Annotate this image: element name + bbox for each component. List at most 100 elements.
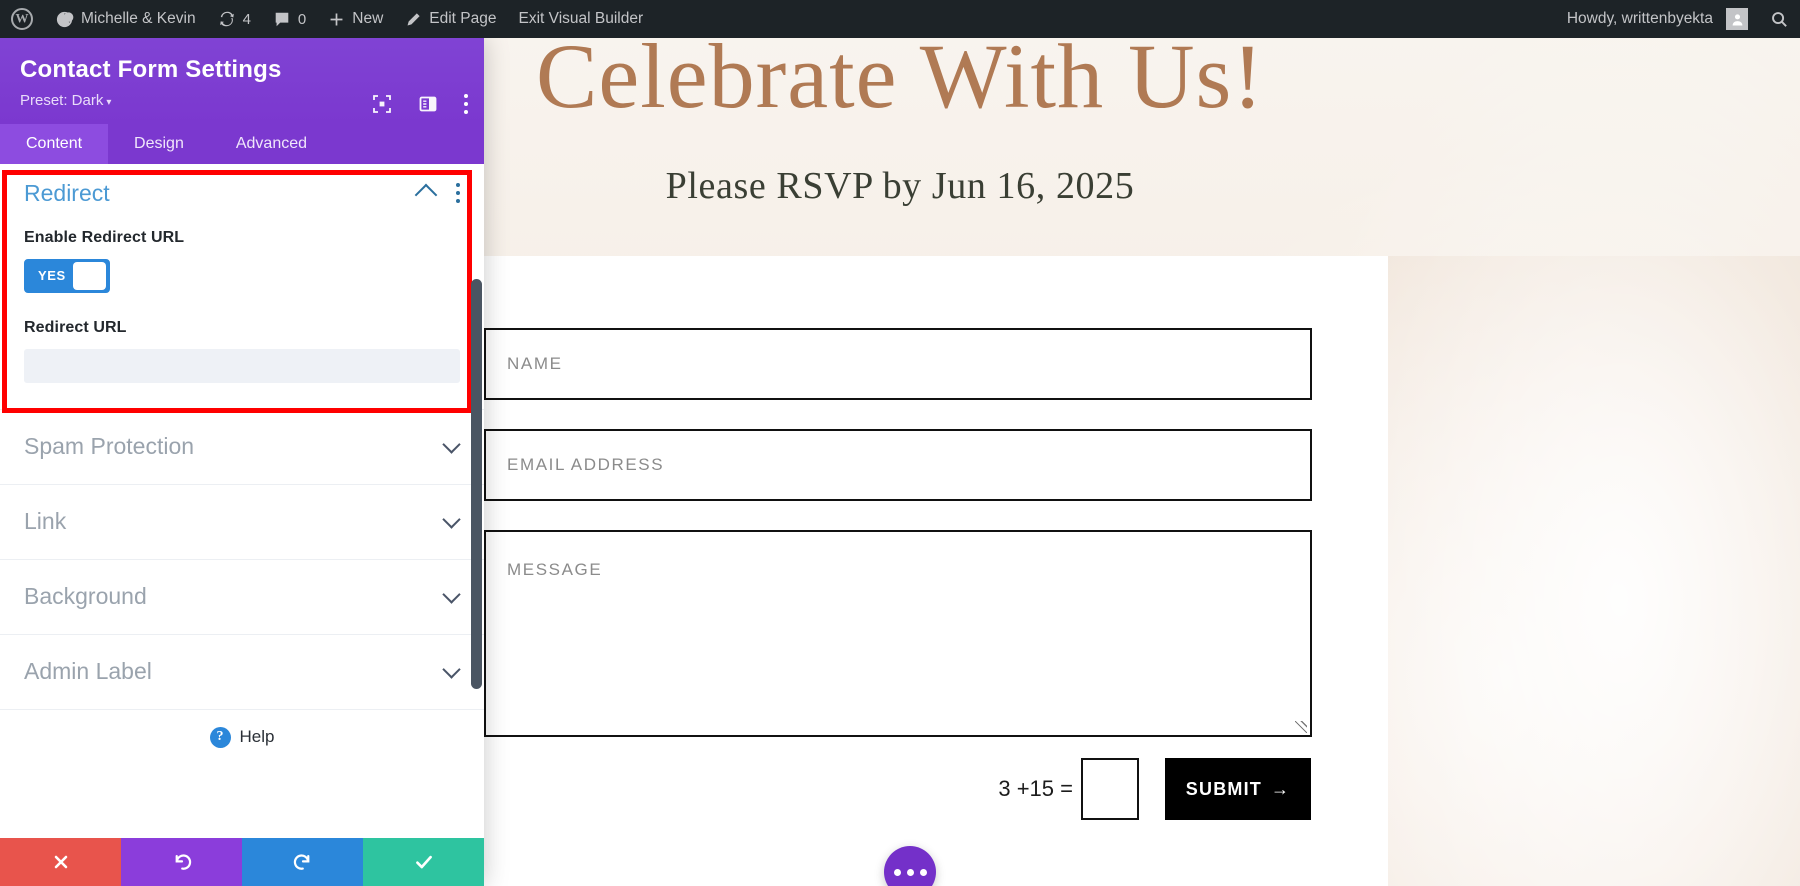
exit-visual-builder-link[interactable]: Exit Visual Builder: [508, 0, 655, 38]
focus-target-icon[interactable]: [372, 94, 392, 114]
comments-count: 0: [297, 10, 307, 28]
redirect-section-title: Redirect: [24, 179, 110, 206]
settings-panel-scrollbar[interactable]: [471, 278, 482, 689]
site-name-label: Michelle & Kevin: [81, 10, 196, 27]
email-input[interactable]: EMAIL ADDRESS: [484, 429, 1312, 501]
edit-page-link[interactable]: Edit Page: [394, 0, 507, 38]
dot: [456, 191, 460, 196]
enable-redirect-url-label: Enable Redirect URL: [24, 228, 185, 246]
account-menu[interactable]: Howdy, writtenbyekta: [1556, 0, 1759, 38]
more-vertical-icon[interactable]: [456, 183, 460, 204]
wordpress-logo-button[interactable]: [0, 0, 44, 38]
tab-content[interactable]: Content: [0, 123, 109, 164]
hero-title: Celebrate With Us!: [536, 38, 1264, 127]
pencil-icon: [405, 11, 422, 28]
toggle-knob: [72, 261, 106, 290]
edit-page-label: Edit Page: [429, 10, 497, 27]
comments-menu[interactable]: 0: [262, 0, 317, 38]
new-content-label: New: [352, 10, 384, 27]
arrow-right-icon: →: [1271, 778, 1291, 799]
preset-label: Preset: Dark: [20, 91, 104, 109]
wordpress-logo-icon: [11, 8, 33, 30]
preset-selector[interactable]: Preset: Dark ▾: [20, 92, 111, 109]
more-vertical-icon[interactable]: [464, 94, 468, 114]
question-circle-icon: ?: [209, 726, 231, 748]
submit-button[interactable]: SUBMIT →: [1165, 758, 1311, 820]
updates-menu[interactable]: 4: [207, 0, 262, 38]
toggle-value-label: YES: [38, 268, 66, 284]
captcha-input[interactable]: [1081, 758, 1139, 820]
hero-subtitle: Please RSVP by Jun 16, 2025: [665, 165, 1135, 207]
redirect-url-label: Redirect URL: [24, 318, 127, 336]
more-horizontal-icon-dot: [893, 868, 901, 876]
redirect-section-actions: [414, 183, 460, 207]
redirect-url-input[interactable]: [24, 348, 460, 383]
exit-visual-builder-label: Exit Visual Builder: [518, 10, 644, 27]
section-spam-protection[interactable]: Spam Protection: [0, 408, 484, 484]
redirect-settings-group: Redirect Enable Redirect URL YES Redirec…: [0, 163, 484, 409]
captcha-row: 3 +15 = SUBMIT →: [483, 758, 1311, 820]
chevron-down-icon: [442, 659, 461, 679]
plus-icon: [328, 11, 345, 28]
dot: [464, 94, 468, 98]
settings-panel-actions: [0, 838, 484, 886]
layout-columns-icon[interactable]: [418, 94, 438, 114]
dot: [456, 199, 460, 204]
updates-icon: [218, 10, 236, 28]
name-input[interactable]: NAME: [484, 328, 1312, 400]
dot: [456, 183, 460, 188]
save-button[interactable]: [363, 838, 484, 886]
more-horizontal-icon-dot: [919, 868, 927, 876]
tab-advanced[interactable]: Advanced: [210, 124, 333, 164]
howdy-label: Howdy, writtenbyekta: [1566, 10, 1713, 27]
message-textarea[interactable]: MESSAGE: [484, 530, 1312, 737]
chevron-down-icon: ▾: [106, 96, 112, 108]
message-textarea-placeholder: MESSAGE: [507, 560, 603, 579]
submit-button-label: SUBMIT: [1185, 778, 1262, 799]
new-content-menu[interactable]: New: [317, 0, 394, 38]
tab-design[interactable]: Design: [108, 124, 210, 164]
section-link[interactable]: Link: [0, 483, 484, 559]
panel-header-icons: [372, 94, 468, 114]
search-icon: [1770, 10, 1789, 29]
section-background[interactable]: Background: [0, 558, 484, 634]
redirect-section-header[interactable]: Redirect: [24, 180, 460, 207]
more-horizontal-icon-dot: [906, 868, 914, 876]
section-label: Background: [24, 583, 147, 610]
wp-admin-bar: Michelle & Kevin 4 0 New Edit Page Exit …: [0, 0, 1800, 38]
user-avatar-icon: [1726, 8, 1748, 30]
contact-form-module: NAME EMAIL ADDRESS MESSAGE 3 +15 = SUBMI…: [483, 256, 1388, 886]
panel-title: Contact Form Settings: [20, 56, 282, 83]
chevron-down-icon: [442, 509, 461, 529]
updates-count: 4: [242, 10, 251, 28]
dot: [464, 110, 468, 114]
help-label: Help: [239, 727, 275, 747]
redo-button[interactable]: [242, 838, 363, 886]
close-x-icon: [54, 855, 67, 869]
section-label: Link: [24, 508, 67, 535]
undo-button[interactable]: [121, 838, 242, 886]
cancel-button[interactable]: [0, 838, 121, 886]
chevron-down-icon: [442, 584, 461, 604]
chevron-down-icon: [442, 434, 461, 454]
comments-icon: [273, 10, 291, 28]
email-input-placeholder: EMAIL ADDRESS: [507, 455, 665, 474]
settings-panel-body: Redirect Enable Redirect URL YES Redirec…: [0, 163, 484, 838]
dashboard-icon: [55, 10, 74, 29]
section-label: Spam Protection: [24, 433, 195, 460]
settings-tabs: Content Design Advanced: [0, 123, 484, 164]
captcha-question: 3 +15 =: [998, 776, 1073, 801]
site-name-menu[interactable]: Michelle & Kevin: [44, 0, 207, 38]
name-input-placeholder: NAME: [507, 354, 563, 373]
enable-redirect-url-toggle[interactable]: YES: [24, 258, 110, 293]
section-label: Admin Label: [24, 658, 152, 685]
section-admin-label[interactable]: Admin Label: [0, 633, 484, 709]
module-settings-panel: Contact Form Settings Preset: Dark ▾ Con…: [0, 38, 484, 886]
search-button[interactable]: [1759, 0, 1800, 38]
settings-panel-header: Contact Form Settings Preset: Dark ▾: [0, 38, 484, 124]
textarea-resize-handle[interactable]: [1295, 721, 1307, 733]
dot: [464, 102, 468, 106]
help-link[interactable]: ? Help: [0, 708, 484, 765]
undo-arrow-icon: [175, 854, 191, 870]
chevron-up-icon[interactable]: [414, 183, 438, 207]
